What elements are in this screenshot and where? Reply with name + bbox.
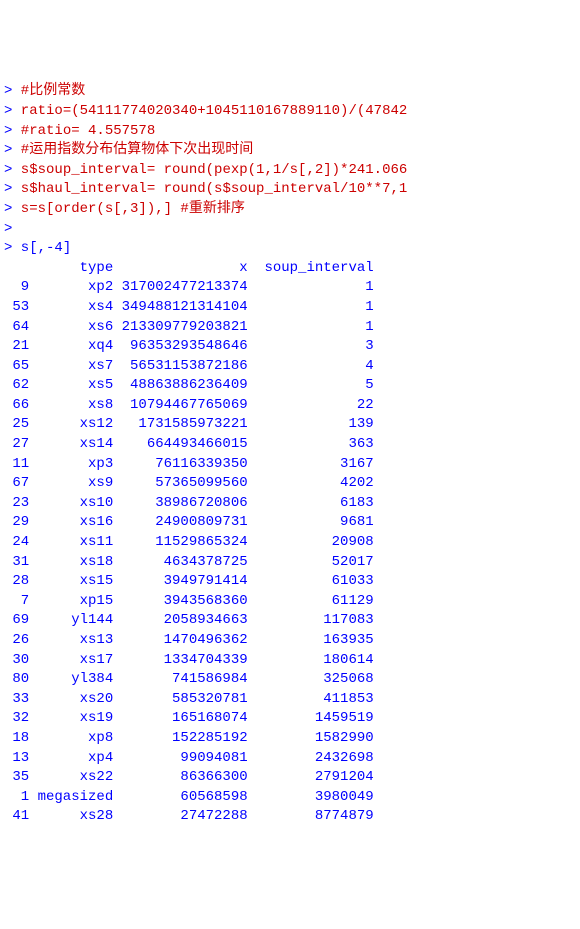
table-row: 1 megasized 60568598 3980049 bbox=[4, 788, 576, 808]
table-row: 66 xs8 10794467765069 22 bbox=[4, 396, 576, 416]
table-row: 32 xs19 165168074 1459519 bbox=[4, 709, 576, 729]
console-prompt: > bbox=[4, 221, 12, 237]
console-text: #运用指数分布估算物体下次出现时间 bbox=[12, 142, 253, 158]
table-row: 69 yl144 2058934663 117083 bbox=[4, 611, 576, 631]
console-line: > bbox=[4, 220, 576, 240]
table-row: 30 xs17 1334704339 180614 bbox=[4, 651, 576, 671]
table-row: 26 xs13 1470496362 163935 bbox=[4, 631, 576, 651]
table-row: 23 xs10 38986720806 6183 bbox=[4, 494, 576, 514]
table-row: 11 xp3 76116339350 3167 bbox=[4, 455, 576, 475]
console-text: s$haul_interval= round(s$soup_interval/1… bbox=[12, 181, 407, 197]
table-row: 29 xs16 24900809731 9681 bbox=[4, 513, 576, 533]
table-row: 31 xs18 4634378725 52017 bbox=[4, 553, 576, 573]
console-line: > s[,-4] bbox=[4, 239, 576, 259]
console-line: > s=s[order(s[,3]),] #重新排序 bbox=[4, 200, 576, 220]
table-row: 28 xs15 3949791414 61033 bbox=[4, 572, 576, 592]
console-line: > s$soup_interval= round(pexp(1,1/s[,2])… bbox=[4, 161, 576, 181]
table-row: 18 xp8 152285192 1582990 bbox=[4, 729, 576, 749]
table-row: 13 xp4 99094081 2432698 bbox=[4, 749, 576, 769]
console-text: s[,-4] bbox=[12, 240, 71, 256]
console-text: #ratio= 4.557578 bbox=[12, 123, 155, 139]
table-row: 21 xq4 96353293548646 3 bbox=[4, 337, 576, 357]
console-line: > #比例常数 bbox=[4, 82, 576, 102]
table-row: 67 xs9 57365099560 4202 bbox=[4, 474, 576, 494]
console-line: > ratio=(54111774020340+1045110167889110… bbox=[4, 102, 576, 122]
console-line: > #ratio= 4.557578 bbox=[4, 122, 576, 142]
table-row: 53 xs4 349488121314104 1 bbox=[4, 298, 576, 318]
table-row: 9 xp2 317002477213374 1 bbox=[4, 278, 576, 298]
console-text: #比例常数 bbox=[12, 83, 85, 99]
console-line: > s$haul_interval= round(s$soup_interval… bbox=[4, 180, 576, 200]
table-row: 7 xp15 3943568360 61129 bbox=[4, 592, 576, 612]
table-row: 25 xs12 1731585973221 139 bbox=[4, 415, 576, 435]
r-console: > #比例常数> ratio=(54111774020340+104511016… bbox=[4, 82, 576, 827]
console-text: s=s[order(s[,3]),] #重新排序 bbox=[12, 201, 244, 217]
table-header: type x soup_interval bbox=[4, 259, 576, 279]
table-row: 65 xs7 56531153872186 4 bbox=[4, 357, 576, 377]
table-row: 62 xs5 48863886236409 5 bbox=[4, 376, 576, 396]
table-row: 24 xs11 11529865324 20908 bbox=[4, 533, 576, 553]
table-row: 80 yl384 741586984 325068 bbox=[4, 670, 576, 690]
table-row: 35 xs22 86366300 2791204 bbox=[4, 768, 576, 788]
table-row: 27 xs14 664493466015 363 bbox=[4, 435, 576, 455]
table-row: 64 xs6 213309779203821 1 bbox=[4, 318, 576, 338]
console-text: ratio=(54111774020340+1045110167889110)/… bbox=[12, 103, 407, 119]
console-text: s$soup_interval= round(pexp(1,1/s[,2])*2… bbox=[12, 162, 407, 178]
console-line: > #运用指数分布估算物体下次出现时间 bbox=[4, 141, 576, 161]
table-row: 41 xs28 27472288 8774879 bbox=[4, 807, 576, 827]
table-row: 33 xs20 585320781 411853 bbox=[4, 690, 576, 710]
